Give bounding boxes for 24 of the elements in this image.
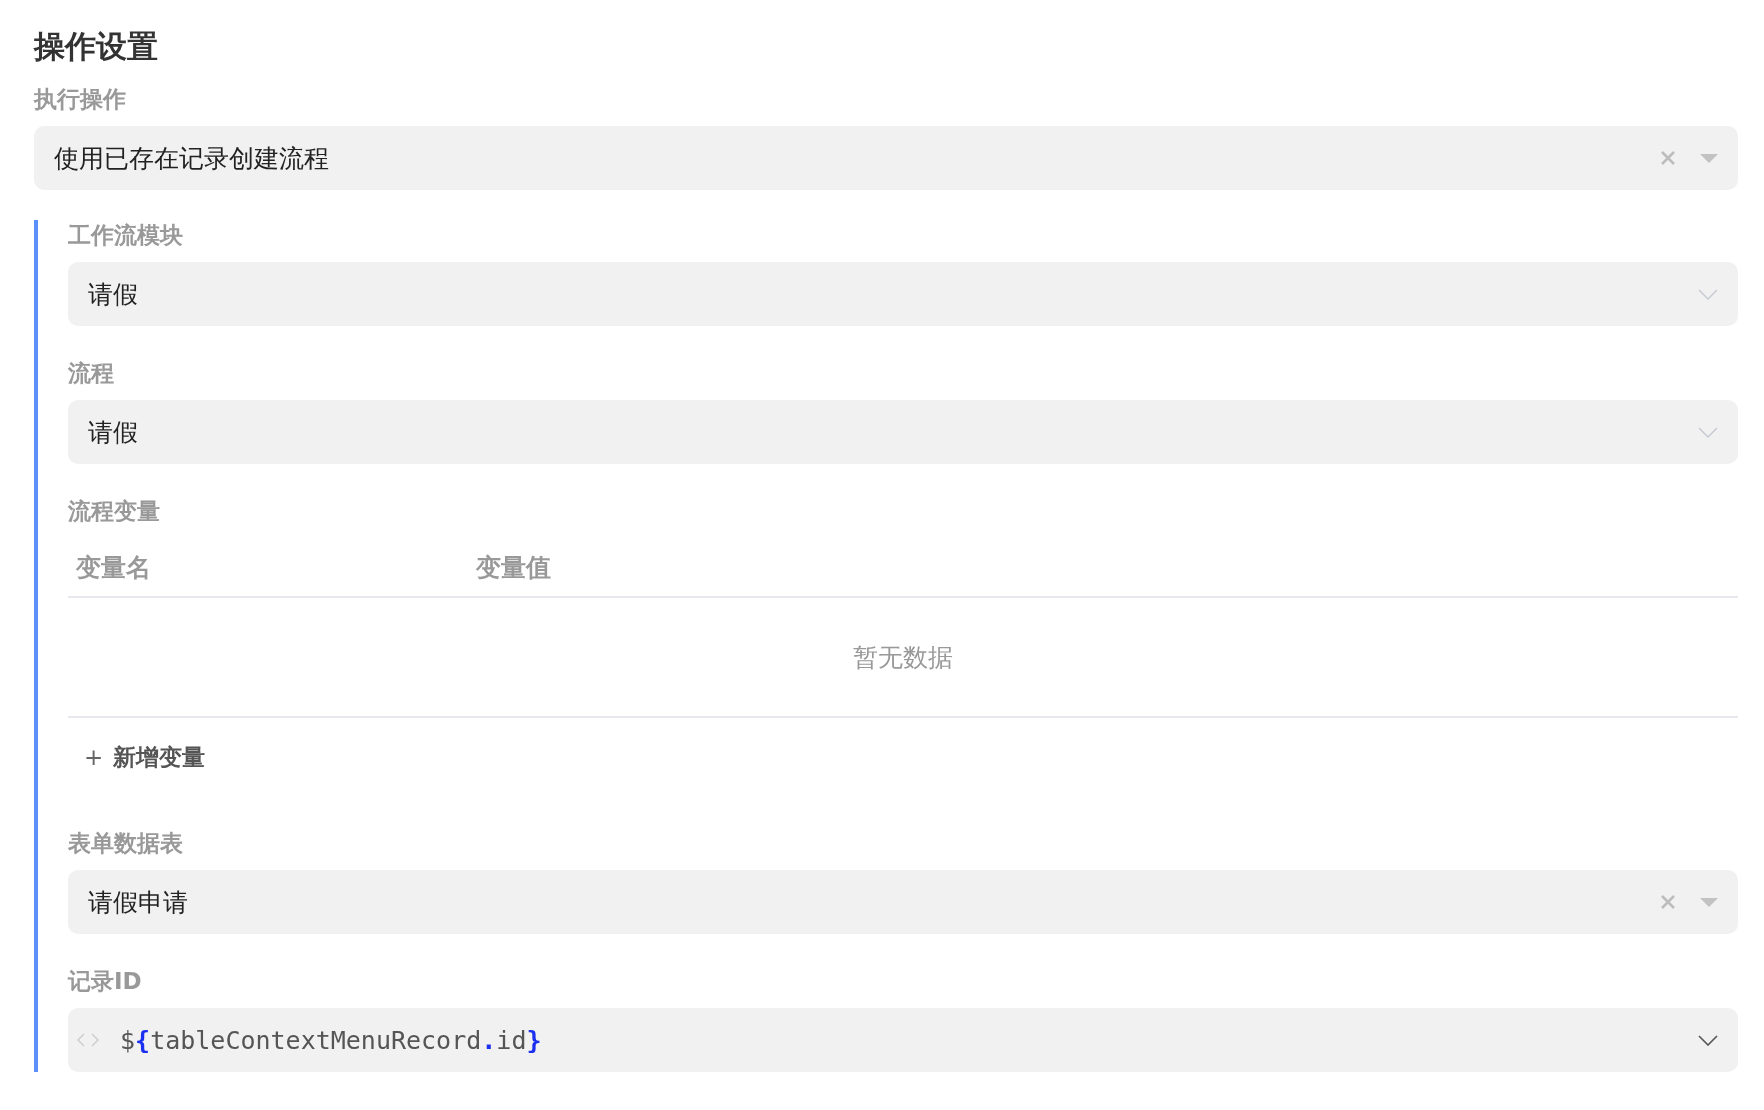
clear-icon[interactable] — [1660, 894, 1676, 910]
select-field[interactable]: 使用已存在记录创建流程 — [34, 126, 1738, 190]
field-label: 记录ID — [68, 967, 143, 996]
column-header: 变量值 — [476, 551, 551, 584]
caret-icon — [1700, 897, 1718, 907]
empty-text: 暂无数据 — [853, 641, 953, 674]
select-field[interactable]: 请假 — [68, 262, 1738, 326]
clear-icon[interactable] — [1660, 150, 1676, 166]
caret-icon — [1700, 153, 1718, 163]
chevron-down-icon — [1698, 1034, 1718, 1046]
select-field[interactable]: 请假 — [68, 400, 1738, 464]
field-label: 工作流模块 — [68, 221, 184, 250]
add-variable-button[interactable]: + 新增变量 — [82, 737, 208, 777]
field-label: 执行操作 — [34, 85, 127, 114]
section-title: 操作设置 — [34, 27, 159, 66]
chevron-down-icon — [1698, 288, 1718, 300]
field-label: 流程 — [68, 359, 115, 388]
select-field[interactable]: 请假申请 — [68, 870, 1738, 934]
expression-field[interactable]: ${tableContextMenuRecord.id} — [68, 1008, 1738, 1072]
field-label: 表单数据表 — [68, 829, 184, 858]
field-label: 流程变量 — [68, 497, 161, 526]
chevron-down-icon — [1698, 426, 1718, 438]
code-icon — [76, 1033, 100, 1047]
column-header: 变量名 — [76, 551, 152, 584]
